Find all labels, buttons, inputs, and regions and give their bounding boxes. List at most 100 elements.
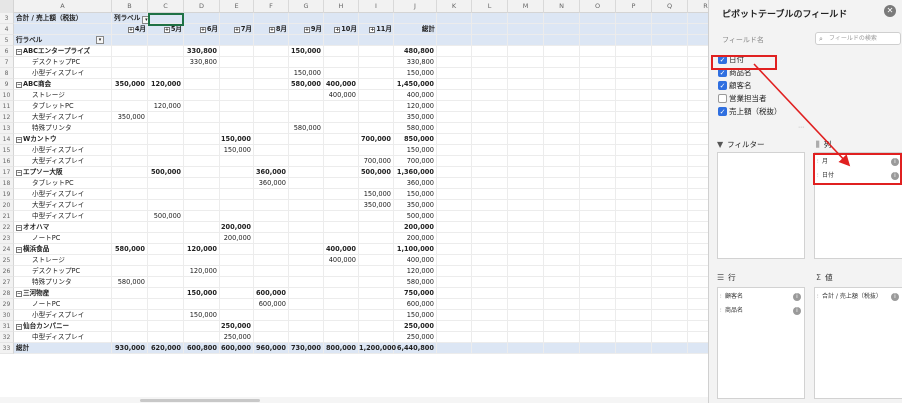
- close-icon[interactable]: ✕: [884, 5, 896, 17]
- item-label[interactable]: 大型ディスプレイ: [32, 200, 84, 211]
- table-row[interactable]: 24− 横浜食品 580,000 120,000 400,000 1,100,000: [0, 244, 708, 255]
- info-icon[interactable]: i: [793, 307, 801, 315]
- value-cell[interactable]: 250,000: [220, 332, 251, 343]
- group-label[interactable]: − 仙台カンパニー: [16, 321, 69, 332]
- value-cell[interactable]: 200,000: [394, 233, 434, 244]
- item-label[interactable]: タブレットPC: [32, 178, 74, 189]
- column-header-i[interactable]: I: [359, 0, 394, 13]
- value-cell[interactable]: 150,000: [220, 145, 251, 156]
- expand-toggle-icon[interactable]: +: [369, 27, 376, 33]
- item-label[interactable]: ノートPC: [32, 299, 60, 310]
- table-row[interactable]: 4 +4月 +5月 +6月 +7月 +8月 +9月 +10月 +11月 総計: [0, 24, 708, 35]
- select-all-corner[interactable]: [0, 0, 14, 13]
- field-checkbox[interactable]: [718, 94, 727, 103]
- value-cell[interactable]: 750,000: [394, 288, 434, 299]
- value-cell[interactable]: 350,000: [394, 200, 434, 211]
- row-number[interactable]: 32: [0, 332, 14, 343]
- column-header-d[interactable]: D: [184, 0, 220, 13]
- value-cell[interactable]: 150,000: [394, 189, 434, 200]
- value-cell[interactable]: 120,000: [394, 101, 434, 112]
- value-cell[interactable]: 150,000: [359, 189, 391, 200]
- item-label[interactable]: 特殊プリンタ: [32, 277, 72, 288]
- item-label[interactable]: デスクトップPC: [32, 266, 80, 277]
- item-label[interactable]: 小型ディスプレイ: [32, 68, 84, 79]
- value-cell[interactable]: 400,000: [324, 79, 356, 90]
- expand-toggle-icon[interactable]: +: [268, 27, 275, 33]
- value-cell[interactable]: 1,360,000: [394, 167, 434, 178]
- column-header-m[interactable]: M: [508, 0, 544, 13]
- value-cell[interactable]: 600,800: [184, 343, 217, 354]
- value-cell[interactable]: 150,000: [289, 46, 321, 57]
- value-cell[interactable]: 580,000: [394, 277, 434, 288]
- group-label[interactable]: − 三河物産: [16, 288, 49, 299]
- value-cell[interactable]: 580,000: [289, 123, 321, 134]
- value-cell[interactable]: 480,800: [394, 46, 434, 57]
- row-number[interactable]: 33: [0, 343, 14, 354]
- row-number[interactable]: 28: [0, 288, 14, 299]
- table-row[interactable]: 12 大型ディスプレイ 350,000 350,000: [0, 112, 708, 123]
- value-cell[interactable]: 930,000: [112, 343, 145, 354]
- group-label[interactable]: − ABC商会: [16, 79, 51, 90]
- value-cell[interactable]: 120,000: [148, 79, 181, 90]
- row-number[interactable]: 24: [0, 244, 14, 255]
- value-cell[interactable]: 730,000: [289, 343, 321, 354]
- value-cell[interactable]: 120,000: [184, 244, 217, 255]
- row-number[interactable]: 31: [0, 321, 14, 332]
- drag-handle-icon[interactable]: ⁝: [720, 304, 722, 318]
- item-label[interactable]: 特殊プリンタ: [32, 123, 72, 134]
- table-row[interactable]: 26 デスクトップPC 120,000 120,000: [0, 266, 708, 277]
- column-header-n[interactable]: N: [544, 0, 580, 13]
- table-row[interactable]: 29 ノートPC 600,000 600,000: [0, 299, 708, 310]
- field-checkbox[interactable]: ✓: [718, 81, 727, 90]
- filter-dropdown-icon[interactable]: ▾: [96, 36, 104, 44]
- drag-handle-icon[interactable]: ⁝: [817, 290, 819, 304]
- value-cell[interactable]: 400,000: [394, 90, 434, 101]
- column-header-j[interactable]: J: [394, 0, 437, 13]
- table-row[interactable]: 9− ABC商会 350,000 120,000 580,000 400,000 1,450…: [0, 79, 708, 90]
- rows-area[interactable]: ⁝ 顧客名 i ⁝ 商品名 i: [717, 287, 805, 399]
- drag-handle-icon[interactable]: ⁝: [720, 290, 722, 304]
- value-cell[interactable]: 150,000: [184, 288, 217, 299]
- value-cell[interactable]: 120,000: [184, 266, 217, 277]
- item-label[interactable]: デスクトップPC: [32, 57, 80, 68]
- expand-toggle-icon[interactable]: +: [303, 27, 310, 33]
- column-header-e[interactable]: E: [220, 0, 254, 13]
- column-header-b[interactable]: B: [112, 0, 148, 13]
- expand-toggle-icon[interactable]: +: [233, 27, 240, 33]
- value-cell[interactable]: 600,000: [220, 343, 251, 354]
- collapse-toggle-icon[interactable]: −: [16, 49, 22, 55]
- row-field-chip[interactable]: ⁝ 商品名 i: [718, 304, 804, 318]
- value-cell[interactable]: 700,000: [359, 134, 391, 145]
- item-label[interactable]: 小型ディスプレイ: [32, 189, 84, 200]
- table-row[interactable]: 33 総計 930,000 620,000 600,800 600,000 960,000 7…: [0, 343, 708, 354]
- table-row[interactable]: 18 タブレットPC 360,000 360,000: [0, 178, 708, 189]
- row-number[interactable]: 17: [0, 167, 14, 178]
- column-header-h[interactable]: H: [324, 0, 359, 13]
- row-number[interactable]: 13: [0, 123, 14, 134]
- value-cell[interactable]: 700,000: [359, 156, 391, 167]
- grand-total-label[interactable]: 総計: [16, 343, 29, 354]
- collapse-toggle-icon[interactable]: −: [16, 82, 22, 88]
- table-row[interactable]: 8 小型ディスプレイ 150,000 150,000: [0, 68, 708, 79]
- table-row[interactable]: 5 行ラベル ▾: [0, 35, 708, 46]
- row-number[interactable]: 10: [0, 90, 14, 101]
- value-cell[interactable]: 150,000: [394, 145, 434, 156]
- table-row[interactable]: 27 特殊プリンタ 580,000 580,000: [0, 277, 708, 288]
- value-cell[interactable]: 120,000: [394, 266, 434, 277]
- row-number[interactable]: 15: [0, 145, 14, 156]
- field-item[interactable]: ✓ 顧客名: [717, 79, 902, 92]
- item-label[interactable]: ノートPC: [32, 233, 60, 244]
- table-row[interactable]: 6− ABCエンタープライズ 330,800 150,000 480,800: [0, 46, 708, 57]
- column-header-o[interactable]: O: [580, 0, 616, 13]
- value-cell[interactable]: 150,000: [220, 134, 251, 145]
- row-number[interactable]: 9: [0, 79, 14, 90]
- table-row[interactable]: 13 特殊プリンタ 580,000 580,000: [0, 123, 708, 134]
- group-label[interactable]: − 横浜食品: [16, 244, 49, 255]
- value-cell[interactable]: 600,000: [254, 288, 286, 299]
- row-number[interactable]: 27: [0, 277, 14, 288]
- field-search-input[interactable]: ⌕ フィールドの検索: [815, 32, 901, 45]
- value-cell[interactable]: 360,000: [254, 167, 286, 178]
- value-cell[interactable]: 150,000: [184, 310, 217, 321]
- column-header-a[interactable]: A: [14, 0, 112, 13]
- expand-toggle-icon[interactable]: +: [334, 27, 341, 33]
